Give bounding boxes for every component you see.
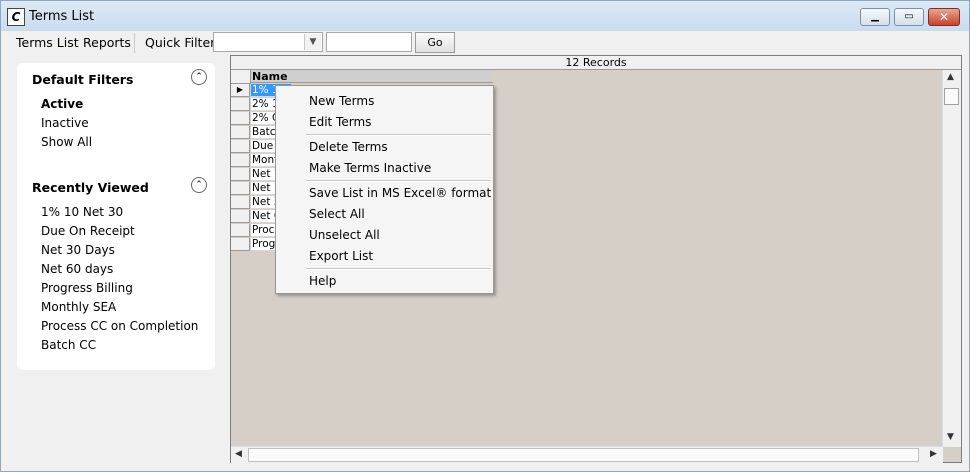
row-selector[interactable] xyxy=(231,238,250,251)
title-bar: C Terms List ▁ ▭ ✕ xyxy=(1,1,969,32)
filter-inactive[interactable]: Inactive xyxy=(41,116,89,130)
menu-item-delete-terms[interactable]: Delete Terms xyxy=(309,140,388,154)
menu-item-unselect-all[interactable]: Unselect All xyxy=(309,228,380,242)
row-selector[interactable] xyxy=(231,154,250,167)
recent-item[interactable]: Net 60 days xyxy=(41,262,113,276)
recent-item[interactable]: Process CC on Completion xyxy=(41,319,198,333)
collapse-up-icon[interactable]: ⌃ xyxy=(191,69,207,85)
quick-filter-label: Quick Filter xyxy=(145,35,216,50)
recent-item[interactable]: Progress Billing xyxy=(41,281,133,295)
vertical-scroll-thumb[interactable] xyxy=(944,88,959,105)
chevron-down-icon[interactable]: ▼ xyxy=(304,34,321,50)
recently-viewed-title: Recently Viewed xyxy=(32,180,149,195)
quick-filter-input[interactable] xyxy=(326,32,412,52)
go-button[interactable]: Go xyxy=(415,32,455,53)
recent-item[interactable]: 1% 10 Net 30 xyxy=(41,205,123,219)
records-count: 12 Records xyxy=(231,56,961,70)
app-logo-icon: C xyxy=(7,8,25,26)
menu-bar: Terms List Reports Quick Filter ▼ Go xyxy=(1,31,969,55)
menu-item-make-inactive[interactable]: Make Terms Inactive xyxy=(309,161,431,175)
recent-item[interactable]: Due On Receipt xyxy=(41,224,135,238)
row-selector[interactable] xyxy=(231,182,250,195)
recent-item[interactable]: Batch CC xyxy=(41,338,96,352)
scroll-up-icon[interactable]: ▲ xyxy=(947,72,954,82)
terms-list-window: C Terms List ▁ ▭ ✕ Terms List Reports Qu… xyxy=(0,0,970,472)
window-title: Terms List xyxy=(29,9,95,24)
minimize-button[interactable]: ▁ xyxy=(860,8,890,26)
filter-show-all[interactable]: Show All xyxy=(41,135,92,149)
row-selector[interactable] xyxy=(231,224,250,237)
row-selector[interactable] xyxy=(231,126,250,139)
menu-separator xyxy=(306,268,491,270)
horizontal-scroll-thumb[interactable] xyxy=(248,448,919,462)
row-selector[interactable] xyxy=(231,112,250,125)
row-selector-current-icon[interactable]: ▶ xyxy=(231,84,250,97)
scroll-down-icon[interactable]: ▼ xyxy=(947,432,954,442)
scroll-left-icon[interactable]: ◀ xyxy=(235,449,242,459)
row-selector[interactable] xyxy=(231,140,250,153)
close-button[interactable]: ✕ xyxy=(928,8,960,26)
filter-active[interactable]: Active xyxy=(41,97,83,111)
quick-filter-select[interactable]: ▼ xyxy=(213,32,323,52)
default-filters-title: Default Filters xyxy=(32,72,134,87)
scroll-right-icon[interactable]: ▶ xyxy=(930,449,937,459)
vertical-scrollbar[interactable]: ▲ ▼ xyxy=(942,70,961,447)
row-selector[interactable] xyxy=(231,210,250,223)
menu-separator xyxy=(306,180,491,182)
recent-item[interactable]: Net 30 Days xyxy=(41,243,115,257)
row-selector[interactable] xyxy=(231,98,250,111)
menu-divider xyxy=(134,33,135,53)
menu-reports[interactable]: Reports xyxy=(83,35,131,50)
context-menu: New Terms Edit Terms Delete Terms Make T… xyxy=(275,85,494,294)
menu-item-new-terms[interactable]: New Terms xyxy=(309,94,374,108)
row-selector[interactable] xyxy=(231,196,250,209)
recent-item[interactable]: Monthly SEA xyxy=(41,300,116,314)
left-filter-panel: Default Filters ⌃ Active Inactive Show A… xyxy=(17,63,215,370)
menu-separator xyxy=(306,134,491,136)
menu-item-edit-terms[interactable]: Edit Terms xyxy=(309,115,371,129)
collapse-up-icon[interactable]: ⌃ xyxy=(191,177,207,193)
menu-item-save-excel[interactable]: Save List in MS Excel® format xyxy=(309,186,491,200)
maximize-button[interactable]: ▭ xyxy=(894,8,924,26)
column-header-name[interactable]: Name xyxy=(251,70,493,83)
menu-item-export-list[interactable]: Export List xyxy=(309,249,373,263)
row-header-corner xyxy=(231,70,251,84)
horizontal-scrollbar[interactable]: ◀ ▶ xyxy=(231,446,943,463)
menu-item-help[interactable]: Help xyxy=(309,274,336,288)
menu-item-select-all[interactable]: Select All xyxy=(309,207,365,221)
row-selector[interactable] xyxy=(231,168,250,181)
menu-terms-list[interactable]: Terms List xyxy=(16,35,79,50)
